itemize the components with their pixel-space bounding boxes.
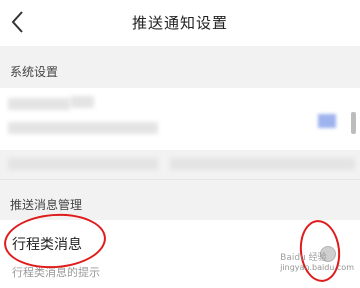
system-settings-card [0, 88, 360, 150]
blurred-text [8, 122, 158, 134]
divider [0, 179, 360, 180]
blurred-strip [0, 150, 360, 180]
blurred-toggle[interactable] [318, 114, 336, 128]
blurred-text [170, 158, 355, 170]
page-title: 推送通知设置 [131, 14, 228, 32]
push-item-title: 行程类消息 [12, 237, 82, 253]
watermark-brand: Baidu 经验 [280, 253, 327, 263]
section-label-push: 推送消息管理 [10, 198, 83, 212]
top-bar: 推送通知设置 [0, 0, 360, 46]
scrollbar[interactable] [351, 112, 356, 134]
watermark: Baidu 经验 jingyan.baidu.com [280, 250, 354, 272]
push-item-subtitle: 行程类消息的提示 [12, 266, 100, 279]
blurred-text [8, 98, 70, 110]
blurred-text [70, 96, 94, 108]
section-label-system: 系统设置 [10, 65, 59, 79]
watermark-url: jingyan.baidu.com [280, 263, 354, 272]
blurred-text [8, 158, 158, 170]
